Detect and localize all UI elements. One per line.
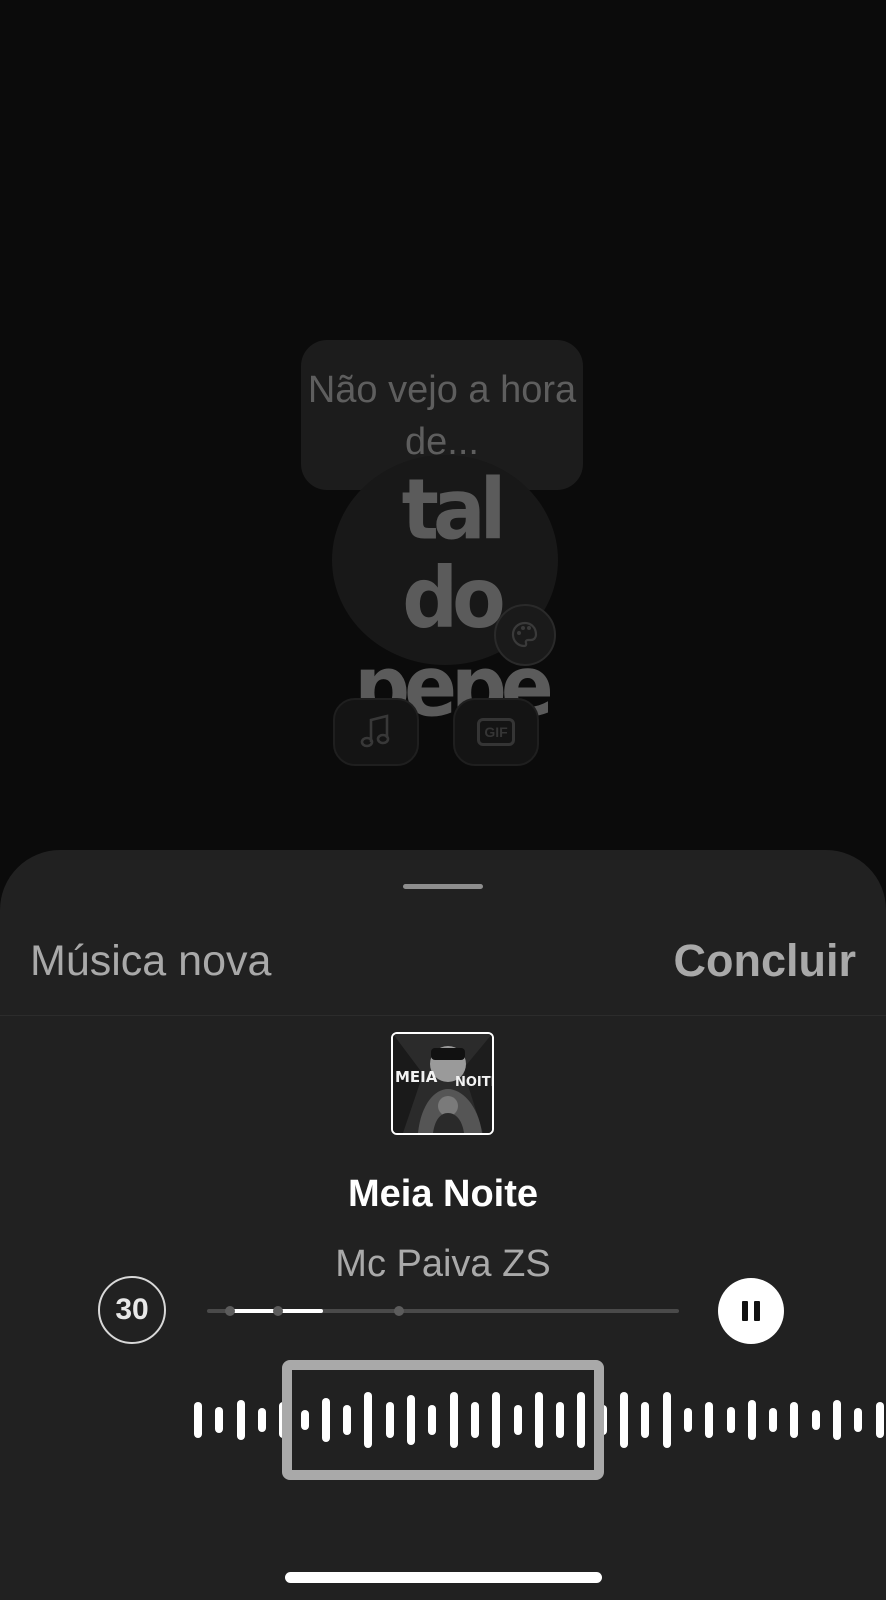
sheet-title: Música nova bbox=[30, 937, 272, 985]
duration-label: 30 bbox=[115, 1293, 149, 1326]
waveform-bar bbox=[747, 1400, 756, 1440]
pause-button[interactable] bbox=[718, 1278, 784, 1344]
progress-track[interactable] bbox=[207, 1306, 679, 1316]
pause-icon bbox=[754, 1301, 760, 1321]
music-note-icon bbox=[360, 714, 390, 748]
waveform-bar bbox=[769, 1408, 778, 1432]
album-art-text-left: MEIA bbox=[395, 1068, 438, 1086]
waveform-bar bbox=[620, 1392, 628, 1448]
sheet-drag-handle[interactable] bbox=[403, 884, 483, 889]
text-sticker: tal do pepe bbox=[346, 466, 556, 732]
waveform-bar bbox=[236, 1400, 245, 1440]
waveform-bar bbox=[811, 1410, 820, 1430]
waveform-bar bbox=[875, 1402, 884, 1438]
waveform-bar bbox=[833, 1400, 841, 1440]
track-marker bbox=[273, 1306, 283, 1316]
waveform-bar bbox=[194, 1402, 202, 1438]
waveform-bar bbox=[662, 1392, 671, 1448]
music-bottom-sheet: Música nova Concluir MEIA NOITE Meia Noi… bbox=[0, 850, 886, 1600]
track-marker[interactable] bbox=[394, 1306, 404, 1316]
waveform-bar bbox=[854, 1408, 863, 1432]
palette-icon bbox=[511, 621, 538, 648]
gif-sticker-button[interactable]: GIF bbox=[453, 698, 539, 766]
waveform-bar bbox=[683, 1408, 692, 1432]
sheet-divider bbox=[0, 1015, 886, 1016]
pause-icon bbox=[742, 1301, 748, 1321]
album-art: MEIA NOITE bbox=[391, 1032, 494, 1135]
clip-selection-window[interactable] bbox=[282, 1360, 604, 1480]
story-canvas: Não vejo a hora de... tal do pepe GIF bbox=[0, 0, 886, 860]
track-marker bbox=[225, 1306, 235, 1316]
waveform-bar bbox=[641, 1402, 650, 1438]
done-button[interactable]: Concluir bbox=[673, 935, 856, 987]
waveform-bar bbox=[215, 1407, 224, 1433]
waveform-bar bbox=[790, 1402, 799, 1438]
waveform-bar bbox=[257, 1408, 266, 1432]
waveform-bar bbox=[726, 1407, 735, 1433]
duration-button[interactable]: 30 bbox=[98, 1276, 166, 1344]
music-sticker-button[interactable] bbox=[333, 698, 419, 766]
gif-icon: GIF bbox=[477, 718, 515, 746]
song-title: Meia Noite bbox=[347, 1173, 539, 1215]
album-art-text-right: NOITE bbox=[455, 1075, 492, 1090]
prompt-text: Não vejo a hora de... bbox=[307, 369, 577, 463]
waveform-bar bbox=[705, 1402, 714, 1438]
palette-button[interactable] bbox=[494, 604, 556, 666]
home-indicator bbox=[285, 1572, 602, 1583]
